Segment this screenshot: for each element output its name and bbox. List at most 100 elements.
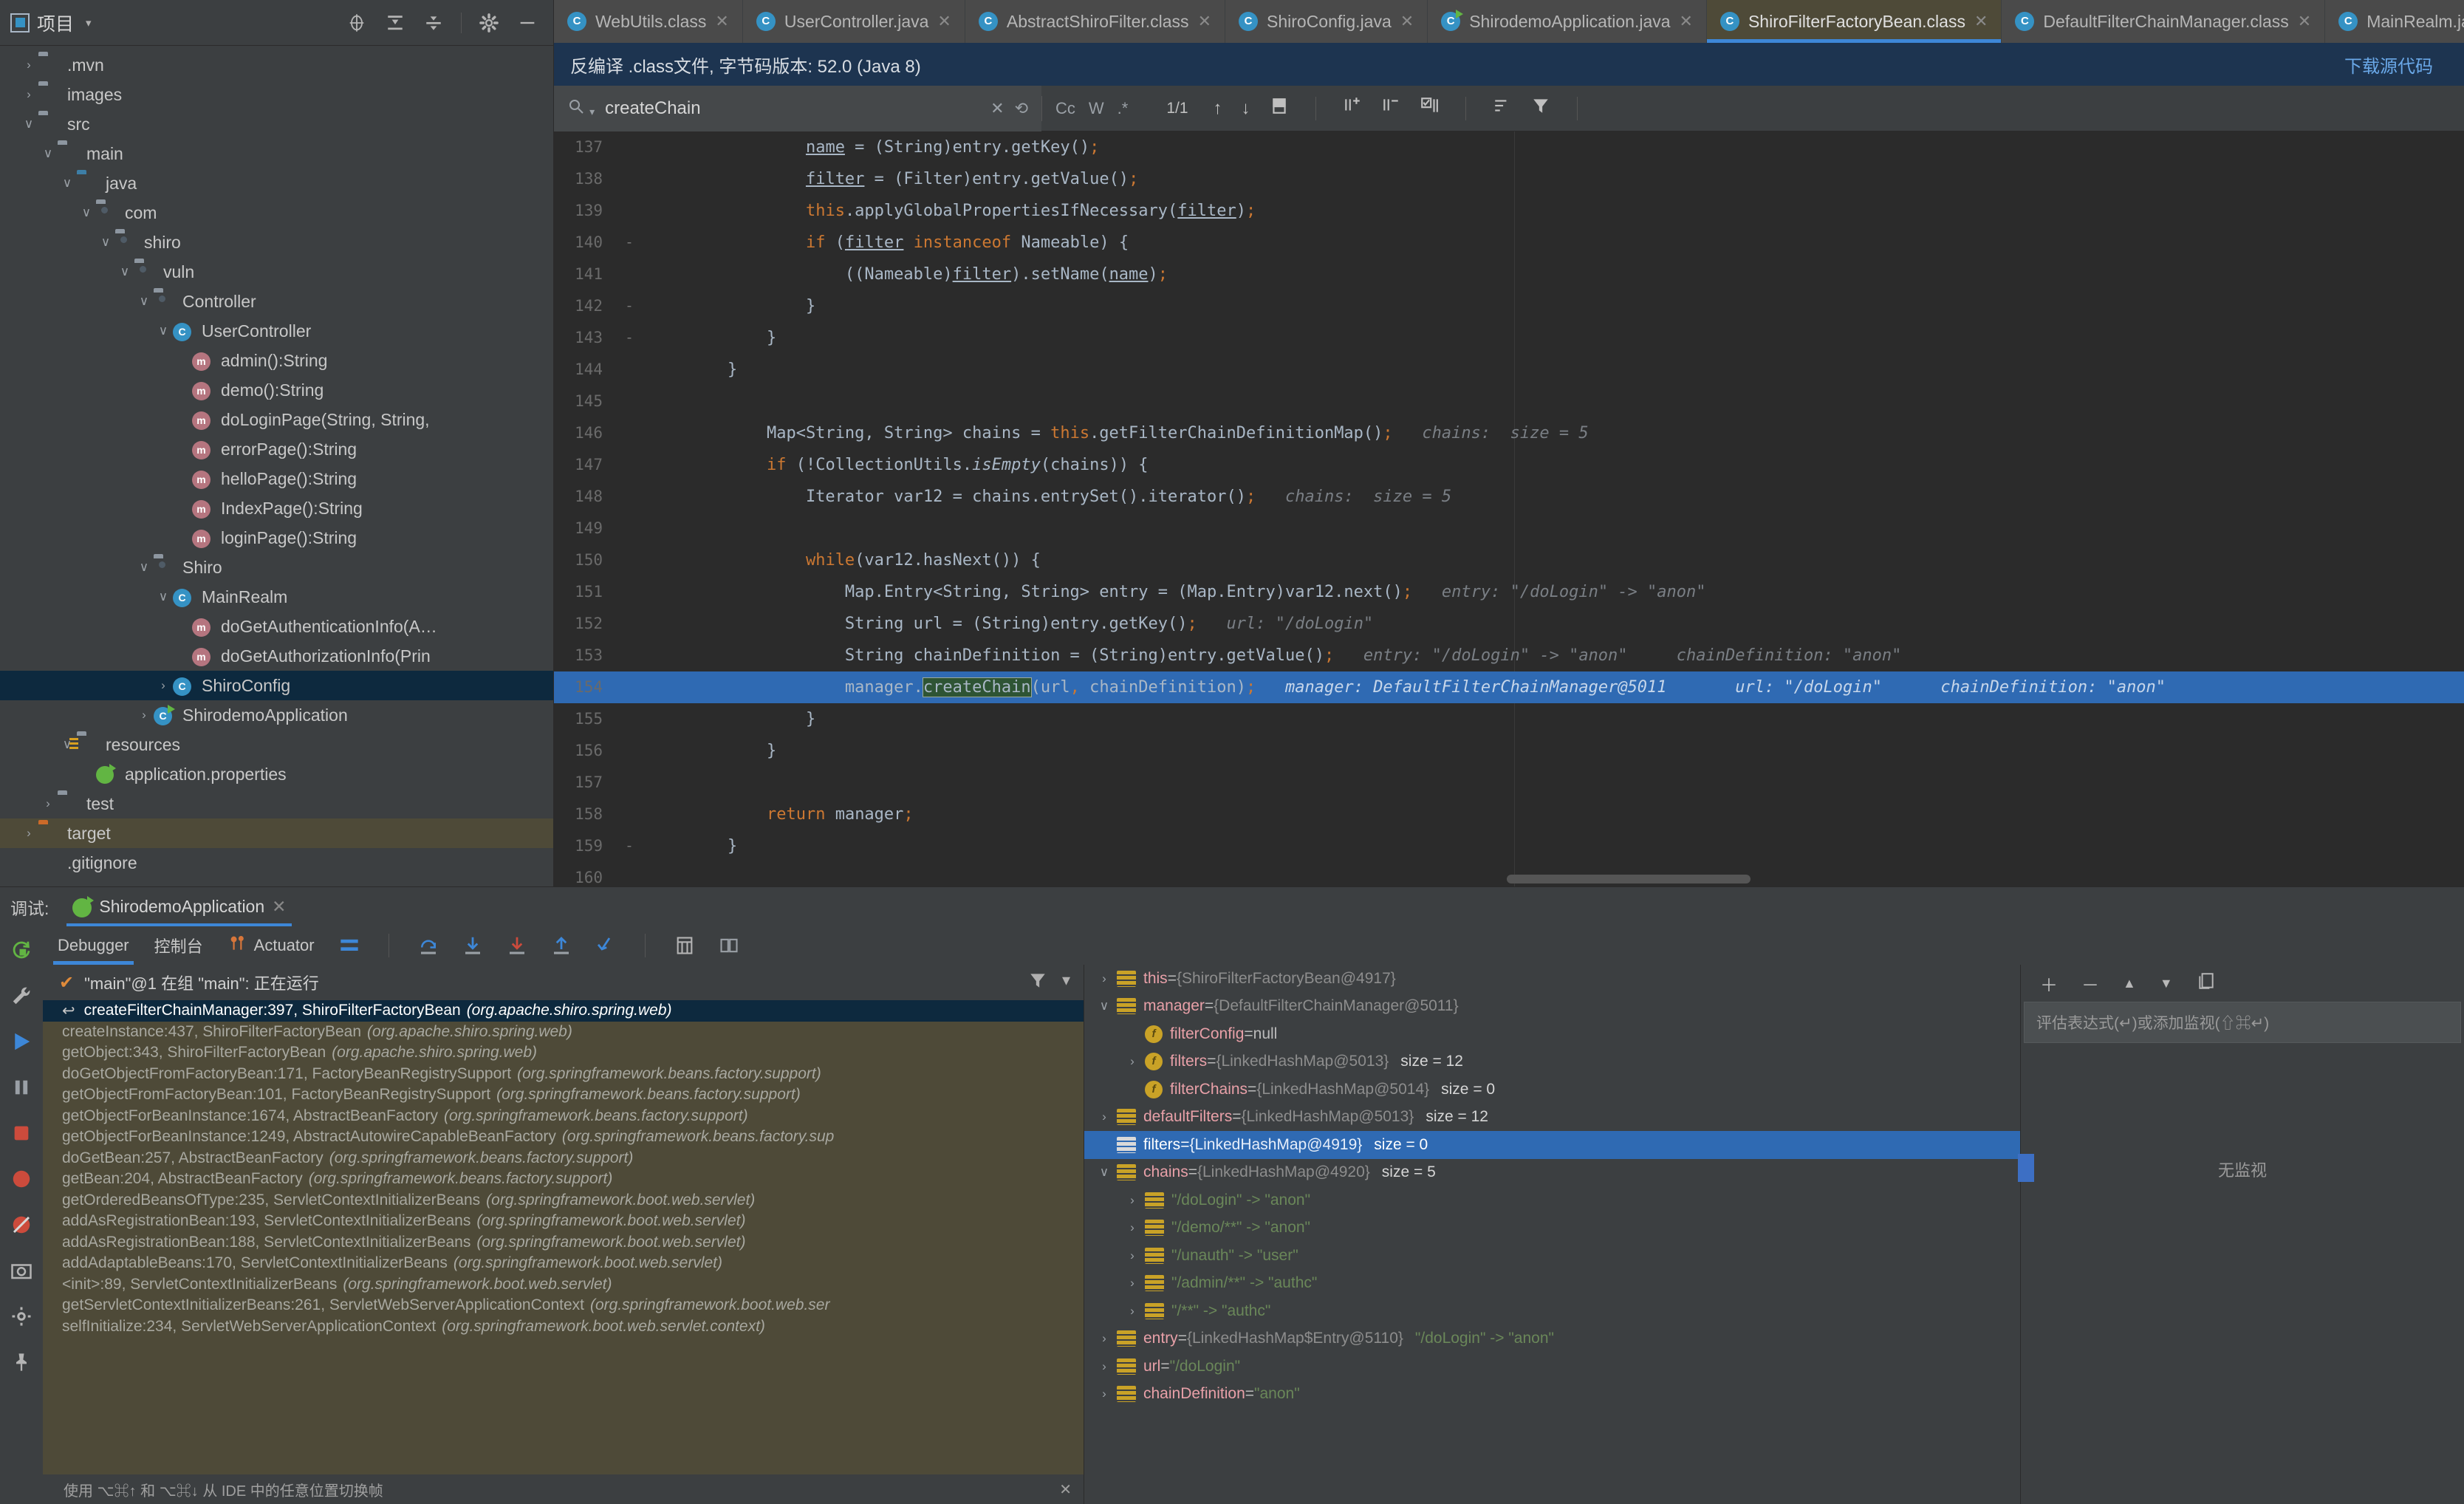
step-over-icon[interactable] (416, 933, 441, 958)
stack-frame-row[interactable]: getObjectForBeanInstance:1674, AbstractB… (43, 1106, 1084, 1127)
expand-arrow-icon[interactable]: › (19, 58, 38, 72)
editor-tab-shirofilterfactorybean-class[interactable]: C ShiroFilterFactoryBean.class ✕ (1706, 0, 2002, 43)
tree-node-java[interactable]: ∨ java (0, 168, 553, 198)
code-editor[interactable]: 137 name = (String)entry.getKey(); 138 fi… (554, 131, 2464, 886)
editor-tabs[interactable]: C WebUtils.class ✕ C UserController.java ✕ C Ab… (554, 0, 2464, 43)
variable-row[interactable]: › "/unauth" -> "user" (1084, 1242, 2020, 1270)
drop-frame-icon[interactable] (593, 933, 618, 958)
stack-frame-row[interactable]: getOrderedBeansOfType:235, ServletContex… (43, 1190, 1084, 1211)
variable-row[interactable]: › "/demo/**" -> "anon" (1084, 1214, 2020, 1242)
tree-node-shiro[interactable]: ∨ shiro (0, 228, 553, 257)
gear-icon[interactable] (478, 12, 500, 34)
variable-row[interactable]: ∨ chains = {LinkedHashMap@4920} size = 5 (1084, 1159, 2020, 1187)
project-tree[interactable]: › .mvn › images ∨ src ∨ main ∨ java ∨ com ∨ shiro ∨ vul… (0, 46, 553, 886)
expand-arrow-icon[interactable]: ∨ (134, 560, 154, 575)
variable-row[interactable]: ›ffilterConfig = null (1084, 1020, 2020, 1048)
expand-arrow-icon[interactable]: › (154, 678, 173, 693)
regex-reset-icon[interactable]: ⟲ (1015, 99, 1028, 118)
editor-tab-mainrealm-java[interactable]: CMainRealm.java✕ (2325, 0, 2464, 43)
layout-icon[interactable] (337, 933, 362, 958)
code-line-143[interactable]: 143- } (554, 322, 2464, 354)
tab-actuator[interactable]: Actuator (225, 926, 318, 965)
tree-node-mainrealm[interactable]: ∨ C MainRealm (0, 582, 553, 612)
editor-tab-shiroconfig-java[interactable]: C ShiroConfig.java ✕ (1225, 0, 1428, 43)
project-title[interactable]: 项目 ▾ (10, 10, 92, 36)
watches-list[interactable]: 无监视 (2018, 1043, 2464, 1504)
code-line-148[interactable]: 148 Iterator var12 = chains.entrySet().i… (554, 481, 2464, 513)
pause-icon[interactable] (8, 1074, 35, 1101)
expand-arrow-icon[interactable]: ∨ (96, 235, 115, 250)
tree-node--mvn[interactable]: › .mvn (0, 50, 553, 80)
stack-frame-row[interactable]: doGetBean:257, AbstractBeanFactory (org.s… (43, 1148, 1084, 1169)
expand-arrow-icon[interactable]: › (1120, 1276, 1145, 1291)
settings-icon[interactable] (8, 1303, 35, 1330)
words-toggle[interactable]: W (1089, 99, 1104, 118)
close-icon[interactable]: ✕ (1400, 12, 1414, 31)
expand-arrow-icon[interactable]: › (1120, 1304, 1145, 1319)
expand-arrow-icon[interactable]: › (1092, 1359, 1117, 1374)
fold-gutter[interactable]: - (615, 830, 644, 862)
clear-icon[interactable]: ✕ (990, 99, 1004, 118)
variable-row[interactable]: › "/doLogin" -> "anon" (1084, 1186, 2020, 1214)
tree-node-errorpage-string[interactable]: ›merrorPage():String (0, 434, 553, 464)
tree-node-dogetauthenticationinfo-a-[interactable]: ›mdoGetAuthenticationInfo(A… (0, 612, 553, 641)
view-breakpoints-icon[interactable] (8, 1166, 35, 1192)
tree-node-usercontroller[interactable]: ∨ C UserController (0, 316, 553, 346)
tab-console[interactable]: 控制台 (151, 926, 206, 965)
copy-icon[interactable] (2197, 971, 2216, 996)
remove-watch-icon[interactable] (1381, 96, 1400, 120)
expand-arrow-icon[interactable]: ∨ (134, 294, 154, 309)
tree-node--gitignore[interactable]: ›.gitignore (0, 848, 553, 878)
code-line-156[interactable]: 156 } (554, 735, 2464, 767)
tree-node-resources[interactable]: ∨ resources (0, 730, 553, 759)
code-line-147[interactable]: 147 if (!CollectionUtils.isEmpty(chains)… (554, 449, 2464, 481)
stack-frame-row[interactable]: addAsRegistrationBean:193, ServletContex… (43, 1211, 1084, 1232)
tree-node-mvnw[interactable]: ›mvnw (0, 878, 553, 887)
minimize-icon[interactable] (516, 12, 538, 34)
expand-arrow-icon[interactable]: › (134, 708, 154, 722)
tree-node-dogetauthorizationinfo-prin[interactable]: ›mdoGetAuthorizationInfo(Prin (0, 641, 553, 671)
search-input[interactable]: ▾ createChain ✕ ⟲ (554, 85, 1041, 131)
filter-icon[interactable] (1531, 96, 1550, 120)
expand-arrow-icon[interactable]: › (19, 826, 38, 841)
camera-icon[interactable] (8, 1257, 35, 1284)
stack-frame-row[interactable]: addAsRegistrationBean:188, ServletContex… (43, 1232, 1084, 1254)
tree-node-indexpage-string[interactable]: ›mIndexPage():String (0, 493, 553, 523)
code-line-158[interactable]: 158 return manager; (554, 799, 2464, 830)
pin-icon[interactable] (8, 1349, 35, 1375)
step-out-icon[interactable] (549, 933, 574, 958)
variable-row[interactable]: ∨ manager = {DefaultFilterChainManager@50… (1084, 993, 2020, 1021)
variable-row[interactable]: › f filters = {LinkedHashMap@5013} size = 1… (1084, 1048, 2020, 1076)
editor-tab-usercontroller-java[interactable]: C UserController.java ✕ (742, 0, 965, 43)
mute-breakpoints-icon[interactable] (1420, 96, 1439, 120)
code-line-137[interactable]: 137 name = (String)entry.getKey(); (554, 131, 2464, 163)
prev-match-icon[interactable]: ↑ (1214, 98, 1222, 119)
tree-node-shirodemoapplication[interactable]: › C ShirodemoApplication (0, 700, 553, 730)
stack-frame-row[interactable]: addAdaptableBeans:170, ServletContextIni… (43, 1253, 1084, 1274)
code-line-157[interactable]: 157 (554, 767, 2464, 799)
expand-arrow-icon[interactable]: › (1092, 1331, 1117, 1346)
resume-icon[interactable] (8, 1028, 35, 1055)
stack-frame-row[interactable]: ↩ createFilterChainManager:397, ShiroFilt… (43, 1000, 1084, 1022)
code-line-149[interactable]: 149 (554, 513, 2464, 544)
expand-arrow-icon[interactable]: ∨ (154, 589, 173, 604)
stack-frame-row[interactable]: getObject:343, ShiroFilterFactoryBean (or… (43, 1042, 1084, 1064)
editor-tab-abstractshirofilter-class[interactable]: C AbstractShiroFilter.class ✕ (965, 0, 1225, 43)
code-line-145[interactable]: 145 (554, 386, 2464, 417)
variable-row[interactable]: › "/admin/**" -> "authc" (1084, 1270, 2020, 1298)
expand-arrow-icon[interactable]: ∨ (1092, 1165, 1117, 1180)
filter-icon[interactable] (1028, 971, 1047, 994)
close-icon[interactable]: ✕ (937, 12, 951, 31)
locate-icon[interactable] (346, 12, 368, 34)
stack-frame-row[interactable]: <init>:89, ServletContextInitializerBean… (43, 1274, 1084, 1296)
tree-node-com[interactable]: ∨ com (0, 198, 553, 228)
variable-row[interactable]: › this = {ShiroFilterFactoryBean@4917} (1084, 965, 2020, 993)
stack-frame-row[interactable]: getBean:204, AbstractBeanFactory (org.spr… (43, 1169, 1084, 1190)
code-line-155[interactable]: 155 } (554, 703, 2464, 735)
settings-wrench-icon[interactable] (8, 982, 35, 1009)
code-line-153[interactable]: 153 String chainDefinition = (String)ent… (554, 640, 2464, 671)
variable-row[interactable]: › "/**" -> "authc" (1084, 1297, 2020, 1325)
debug-session-tab[interactable]: ShirodemoApplication ✕ (62, 887, 296, 927)
tree-node-admin-string[interactable]: ›madmin():String (0, 346, 553, 375)
select-all-icon[interactable] (1270, 96, 1289, 120)
